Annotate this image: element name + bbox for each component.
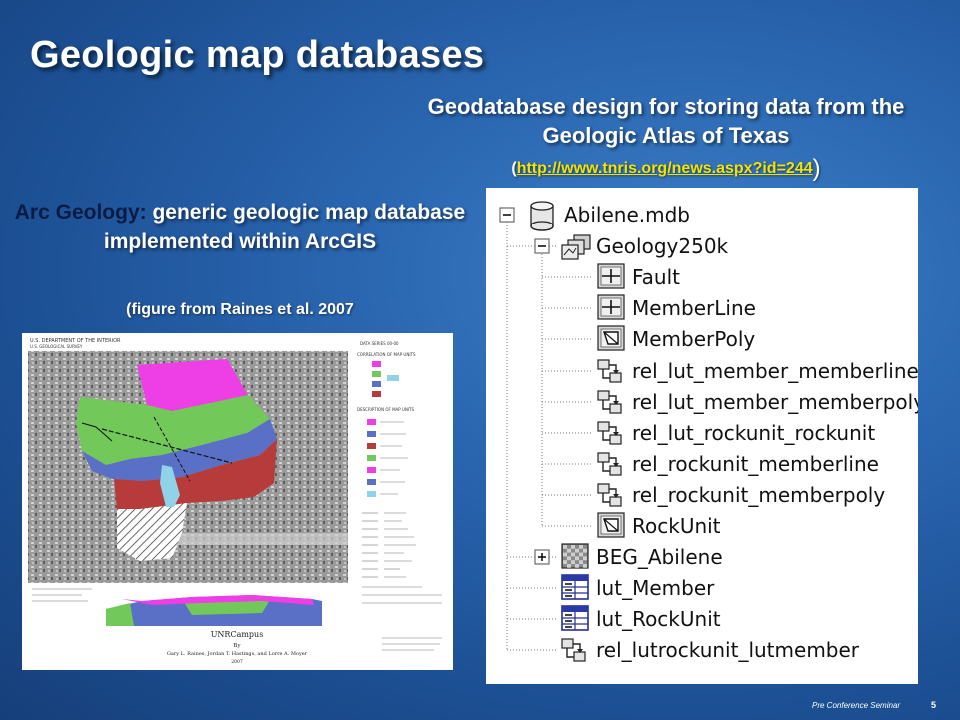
tree-item-label: lut_RockUnit [596,607,721,631]
feature-dataset-icon [561,234,591,260]
tnris-link[interactable]: http://www.tnris.org/news.aspx?id=244 [517,160,813,177]
relationship-class-icon [597,390,622,414]
tree-item[interactable]: lut_RockUnit [596,607,721,631]
geologic-map-figure: U.S. DEPARTMENT OF THE INTERIOR U.S. GEO… [22,333,453,670]
map-campus-title: UNRCampus [211,630,264,639]
line-feature-class-icon [597,294,625,320]
footer-text: Pre Conference Seminar [812,701,901,710]
tree-item-label: rel_rockunit_memberline [632,452,879,476]
geodatabase-link-row: (http://www.tnris.org/news.aspx?id=244) [392,155,940,183]
geodatabase-tree: Abilene.mdb Geology250k Fault MemberLine Mem… [499,201,925,662]
tree-item[interactable]: Geology250k [596,234,729,258]
svg-text:CORRELATION OF MAP UNITS: CORRELATION OF MAP UNITS [357,352,416,357]
relationship-class-icon [597,483,622,507]
collapse-toggle[interactable] [534,238,550,254]
tree-item[interactable]: BEG_Abilene [596,545,723,569]
tree-item-label: rel_rockunit_memberpoly [632,483,885,507]
tree-item[interactable]: MemberLine [632,296,756,320]
svg-text:DESCRIPTION OF MAP UNITS: DESCRIPTION OF MAP UNITS [357,407,414,412]
tree-item[interactable]: Fault [632,265,680,289]
tree-item-label: rel_lut_member_memberline [632,359,918,383]
tree-item-label: RockUnit [632,514,721,538]
arc-geology-text: Arc Geology: generic geologic map databa… [4,198,476,256]
polygon-feature-class-icon [597,325,625,351]
slide-title: Geologic map databases [30,34,485,76]
tree-item[interactable]: rel_lut_member_memberline [632,359,919,383]
tree-item-label: MemberLine [632,296,756,320]
map-by: By [233,643,241,649]
tree-item[interactable]: lut_Member [596,576,715,600]
map-authors: Gary L. Raines, Jordan T. Hastings, and … [167,651,308,657]
tree-item-label: BEG_Abilene [596,545,723,569]
collapse-toggle[interactable] [499,207,515,223]
tree-item-label: lut_Member [596,576,715,600]
tree-item[interactable]: rel_lut_member_memberpoly [632,390,925,414]
tree-item[interactable]: Abilene.mdb [564,203,690,227]
arc-geology-description: generic geologic map database implemente… [103,201,466,253]
svg-text:DATA SERIES 00-00: DATA SERIES 00-00 [360,341,399,346]
tree-item[interactable]: rel_lut_rockunit_rockunit [632,421,875,445]
table-icon [561,574,589,600]
tree-item[interactable]: rel_rockunit_memberpoly [632,483,885,507]
table-icon [561,605,589,631]
tree-item-label: rel_lutrockunit_lutmember [596,638,860,662]
arc-geology-lead: Arc Geology: [14,201,147,224]
line-feature-class-icon [597,263,625,289]
svg-text:U.S. GEOLOGICAL SURVEY: U.S. GEOLOGICAL SURVEY [30,344,83,349]
relationship-class-icon [561,638,586,662]
expand-toggle[interactable] [534,549,550,565]
tree-item-label: rel_lut_member_memberpoly [632,390,918,414]
tree-item[interactable]: rel_lutrockunit_lutmember [596,638,860,662]
relationship-class-icon [597,421,622,445]
polygon-feature-class-icon [597,512,625,538]
tree-item-label: MemberPoly [632,327,755,351]
raster-icon [561,543,589,569]
tree-item-label: Geology250k [596,234,729,258]
geologic-map-image: U.S. DEPARTMENT OF THE INTERIOR U.S. GEO… [22,333,453,670]
tree-item-label: rel_lut_rockunit_rockunit [632,421,875,445]
tree-item[interactable]: rel_rockunit_memberline [632,452,879,476]
page-number: 5 [931,700,937,710]
tree-item-label: Abilene.mdb [564,203,690,227]
map-year: 2007 [231,659,243,665]
figure-caption: (figure from Raines et al. 2007 [126,301,354,318]
tree-item[interactable]: RockUnit [632,514,721,538]
geodatabase-heading: Geodatabase design for storing data from… [427,94,905,148]
tree-item[interactable]: MemberPoly [632,327,755,351]
link-close-paren: ) [812,155,821,182]
tree-item-label: Fault [632,265,680,289]
relationship-class-icon [597,359,622,383]
database-icon [530,201,554,231]
geodatabase-tree-panel: Abilene.mdb Geology250k Fault MemberLine Mem… [486,188,925,684]
relationship-class-icon [597,452,622,476]
